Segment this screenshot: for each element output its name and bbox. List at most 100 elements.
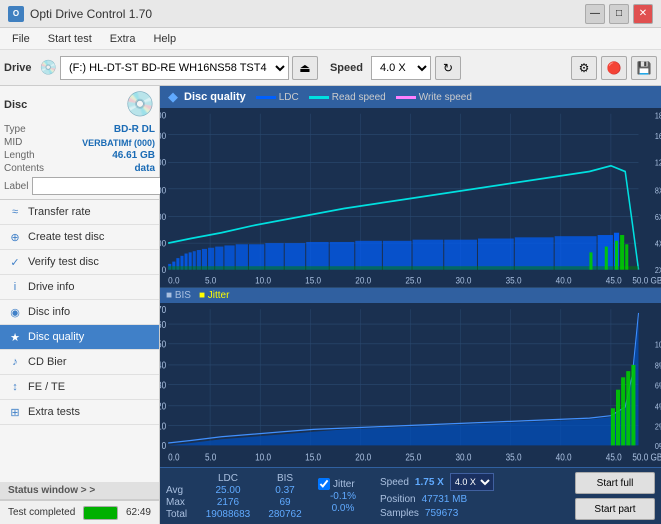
- stats-avg-label: Avg: [166, 485, 196, 496]
- menu-file[interactable]: File: [4, 31, 38, 47]
- svg-text:18X: 18X: [655, 111, 661, 121]
- drive-selector[interactable]: (F:) HL-DT-ST BD-RE WH16NS58 TST4: [60, 56, 289, 80]
- svg-text:8X: 8X: [655, 186, 661, 196]
- sidebar-item-cd-bier[interactable]: ♪ CD Bier: [0, 350, 159, 375]
- eject-button[interactable]: ⏏: [292, 56, 318, 80]
- info-button[interactable]: 🔴: [601, 56, 627, 80]
- start-full-button[interactable]: Start full: [575, 472, 655, 494]
- menu-help[interactable]: Help: [145, 31, 184, 47]
- svg-text:6%: 6%: [655, 381, 661, 391]
- charts-wrapper: 0 500 1000 1500 2000 2500 3000 2X 4X 6X …: [160, 108, 661, 467]
- position-label: Position: [380, 494, 416, 505]
- menu-bar: File Start test Extra Help: [0, 28, 661, 50]
- samples-label: Samples: [380, 508, 419, 519]
- create-test-disc-icon: ⊕: [8, 230, 22, 244]
- disc-mid-value: VERBATIMf (000): [82, 138, 155, 148]
- sidebar-label-drive-info: Drive info: [28, 281, 74, 293]
- minimize-button[interactable]: —: [585, 4, 605, 24]
- svg-text:1500: 1500: [160, 185, 166, 196]
- jitter-avg-row: -0.1%: [318, 491, 368, 502]
- svg-text:12X: 12X: [655, 158, 661, 168]
- svg-text:0.0: 0.0: [168, 452, 179, 463]
- disc-contents-row: Contents data: [4, 162, 155, 175]
- sidebar-item-extra-tests[interactable]: ⊞ Extra tests: [0, 400, 159, 425]
- disc-length-value: 46.61 GB: [112, 150, 155, 161]
- jitter-max-row: 0.0%: [318, 503, 368, 514]
- speed-selector[interactable]: 4.0 X Max 1.0 X 2.0 X 6.0 X: [371, 56, 431, 80]
- stats-max-row: Max 2176 69: [166, 497, 310, 508]
- sidebar-label-extra-tests: Extra tests: [28, 406, 80, 418]
- sidebar-item-disc-quality[interactable]: ★ Disc quality: [0, 325, 159, 350]
- svg-text:30.0: 30.0: [455, 452, 471, 463]
- action-buttons: Start full Start part: [575, 472, 655, 520]
- stats-ldc-header: LDC: [198, 473, 258, 484]
- svg-text:10%: 10%: [655, 340, 661, 350]
- svg-text:60: 60: [160, 319, 166, 330]
- sidebar-item-transfer-rate[interactable]: ≈ Transfer rate: [0, 200, 159, 225]
- start-part-button[interactable]: Start part: [575, 498, 655, 520]
- jitter-header-label: Jitter: [333, 479, 355, 490]
- disc-quality-icon: ★: [8, 330, 22, 344]
- close-button[interactable]: ✕: [633, 4, 653, 24]
- stats-bis-header: BIS: [260, 473, 310, 484]
- disc-section-title: Disc: [4, 99, 27, 111]
- svg-text:40.0: 40.0: [556, 275, 572, 286]
- status-bar: Test completed 62:49: [0, 500, 159, 524]
- disc-type-row: Type BD-R DL: [4, 123, 155, 136]
- main-layout: Disc 💿 Type BD-R DL MID VERBATIMf (000) …: [0, 86, 661, 524]
- stats-max-bis: 69: [260, 497, 310, 508]
- disc-type-value: BD-R DL: [114, 124, 155, 135]
- drive-label: Drive: [4, 62, 32, 74]
- save-button[interactable]: 💾: [631, 56, 657, 80]
- stats-avg-ldc: 25.00: [198, 485, 258, 496]
- svg-text:6X: 6X: [655, 213, 661, 223]
- settings-button[interactable]: ⚙: [571, 56, 597, 80]
- svg-text:50: 50: [160, 339, 166, 350]
- svg-text:10: 10: [160, 421, 166, 432]
- stats-table: LDC BIS Avg 25.00 0.37 Max 2176 69 Total…: [166, 473, 310, 520]
- samples-value: 759673: [425, 508, 458, 519]
- jitter-max-value: 0.0%: [318, 503, 368, 514]
- jitter-checkbox[interactable]: [318, 478, 330, 490]
- refresh-button[interactable]: ↻: [435, 56, 461, 80]
- stats-max-label: Max: [166, 497, 196, 508]
- legend-read-speed-color: [309, 96, 329, 99]
- sidebar-item-verify-test-disc[interactable]: ✓ Verify test disc: [0, 250, 159, 275]
- stats-total-row: Total 19088683 280762: [166, 509, 310, 520]
- bottom-chart-container: ■ BIS ■ Jitter: [160, 288, 661, 467]
- sidebar-item-disc-info[interactable]: ◉ Disc info: [0, 300, 159, 325]
- drive-info-icon: i: [8, 280, 22, 294]
- position-value: 47731 MB: [422, 494, 468, 505]
- maximize-button[interactable]: □: [609, 4, 629, 24]
- svg-text:35.0: 35.0: [506, 275, 522, 286]
- svg-text:2X: 2X: [655, 266, 661, 276]
- speed-select-control[interactable]: 4.0 X: [450, 473, 494, 491]
- disc-type-label: Type: [4, 124, 26, 135]
- disc-label-input[interactable]: [32, 177, 170, 195]
- sidebar-item-drive-info[interactable]: i Drive info: [0, 275, 159, 300]
- disc-icon: 💿: [125, 90, 155, 119]
- status-window-section[interactable]: Status window > >: [0, 482, 159, 500]
- svg-text:50.0 GB: 50.0 GB: [632, 452, 661, 463]
- sidebar-item-create-test-disc[interactable]: ⊕ Create test disc: [0, 225, 159, 250]
- svg-text:500: 500: [160, 238, 166, 249]
- legend-write-speed: Write speed: [396, 92, 472, 103]
- sidebar-item-fe-te[interactable]: ↕ FE / TE: [0, 375, 159, 400]
- svg-text:16X: 16X: [655, 132, 661, 142]
- cd-bier-icon: ♪: [8, 355, 22, 369]
- svg-text:0: 0: [162, 265, 167, 276]
- menu-start-test[interactable]: Start test: [40, 31, 100, 47]
- disc-length-row: Length 46.61 GB: [4, 149, 155, 162]
- bottom-chart-header: ■ BIS ■ Jitter: [160, 288, 661, 303]
- svg-text:25.0: 25.0: [405, 275, 421, 286]
- jitter-legend-label: ■ Jitter: [199, 290, 230, 301]
- speed-row: Speed 1.75 X 4.0 X: [380, 473, 494, 491]
- disc-info-icon: ◉: [8, 305, 22, 319]
- disc-label-row: Label 🔍: [4, 177, 155, 195]
- position-row: Position 47731 MB: [380, 494, 494, 505]
- svg-text:30: 30: [160, 380, 166, 391]
- svg-text:15.0: 15.0: [305, 452, 321, 463]
- disc-panel-header: Disc 💿: [4, 90, 155, 119]
- svg-text:1000: 1000: [160, 212, 166, 223]
- menu-extra[interactable]: Extra: [102, 31, 144, 47]
